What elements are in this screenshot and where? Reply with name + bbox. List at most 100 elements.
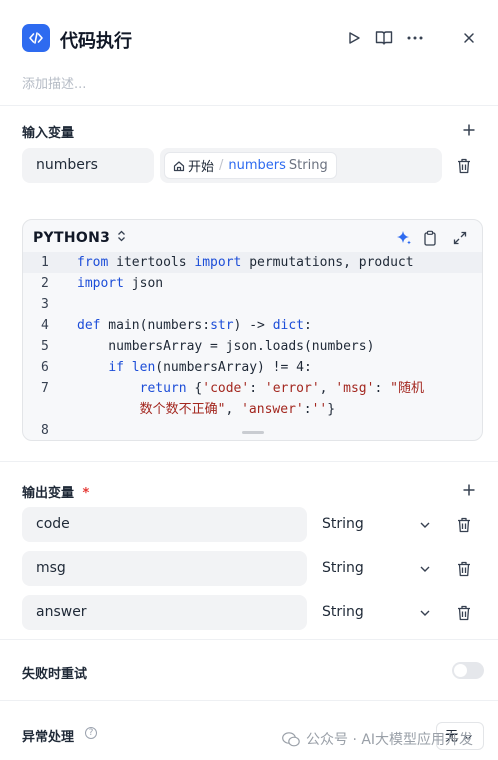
code-token: dict bbox=[272, 318, 304, 333]
code-token: } bbox=[327, 402, 336, 417]
ai-sparkle-icon[interactable] bbox=[395, 229, 413, 247]
input-variable-name[interactable]: numbers bbox=[22, 148, 154, 183]
reference-chip[interactable]: 开始 / numbers String bbox=[164, 152, 337, 179]
code-token: ) -> bbox=[233, 318, 273, 333]
more-icon[interactable] bbox=[405, 28, 425, 48]
book-icon[interactable] bbox=[374, 28, 394, 48]
code-token: json bbox=[123, 276, 164, 291]
output-variable-name[interactable]: msg bbox=[22, 551, 307, 586]
expand-icon[interactable] bbox=[451, 229, 469, 247]
close-icon[interactable] bbox=[459, 28, 479, 48]
code-line: 5 numbersArray = json.loads(numbers) bbox=[23, 336, 482, 357]
output-type-select[interactable]: String bbox=[322, 507, 364, 542]
code-line: 3 bbox=[23, 294, 482, 315]
add-output-icon[interactable] bbox=[460, 481, 478, 499]
code-line: 2 import json bbox=[23, 273, 482, 294]
required-mark: * bbox=[82, 486, 90, 501]
copy-icon[interactable] bbox=[421, 229, 439, 247]
delete-input-icon[interactable] bbox=[455, 157, 473, 175]
output-title-text: 输出变量 bbox=[22, 486, 75, 501]
input-variables-title: 输入变量 bbox=[22, 126, 75, 141]
language-label: PYTHON3 bbox=[33, 230, 111, 246]
delete-output-icon[interactable] bbox=[455, 560, 473, 578]
code-token: from bbox=[77, 255, 109, 270]
code-line: 7 return {'code': 'error', 'msg': "随机 bbox=[23, 378, 482, 399]
code-token: permutations, product bbox=[241, 255, 414, 270]
output-type-select[interactable]: String bbox=[322, 551, 364, 586]
watermark: 公众号 · AI大模型应用开发 bbox=[282, 729, 473, 749]
line-number: 4 bbox=[41, 318, 49, 333]
retry-toggle[interactable] bbox=[452, 662, 484, 679]
error-handling-label: 异常处理 bbox=[22, 730, 75, 745]
code-editor[interactable]: PYTHON3 1 from itertools import permutat… bbox=[22, 219, 483, 441]
chevron-down-icon[interactable] bbox=[418, 595, 432, 630]
code-token: 'msg' bbox=[335, 381, 375, 396]
code-token: "随机 bbox=[390, 381, 424, 396]
chevron-down-icon[interactable] bbox=[418, 551, 432, 586]
code-token: main(numbers: bbox=[100, 318, 211, 333]
output-variables-title: 输出变量 * bbox=[22, 482, 89, 501]
code-lines: 1 from itertools import permutations, pr… bbox=[23, 252, 482, 440]
line-number: 8 bbox=[41, 423, 49, 438]
code-line: 数个数不正确", 'answer':''} bbox=[23, 399, 482, 420]
code-token: import bbox=[194, 255, 242, 270]
delete-output-icon[interactable] bbox=[455, 516, 473, 534]
output-type-select[interactable]: String bbox=[322, 595, 364, 630]
line-number: 5 bbox=[41, 339, 49, 354]
wechat-icon bbox=[282, 731, 300, 747]
line-number: 6 bbox=[41, 360, 49, 375]
code-token: (numbersArray) != 4: bbox=[155, 360, 312, 375]
divider bbox=[0, 639, 498, 640]
divider bbox=[0, 700, 498, 701]
line-number: 3 bbox=[41, 297, 49, 312]
watermark-text: 公众号 · AI大模型应用开发 bbox=[306, 732, 474, 748]
sort-icon bbox=[117, 230, 126, 246]
description-input[interactable]: 添加描述... bbox=[22, 73, 86, 92]
line-number: 7 bbox=[41, 381, 49, 396]
help-icon[interactable]: ? bbox=[85, 727, 97, 739]
home-icon bbox=[173, 160, 185, 172]
line-number: 1 bbox=[41, 255, 49, 270]
code-line: 1 from itertools import permutations, pr… bbox=[23, 252, 482, 273]
retry-label: 失败时重试 bbox=[22, 667, 88, 682]
code-token: : bbox=[249, 381, 265, 396]
code-token: import bbox=[77, 276, 124, 291]
code-token: : bbox=[304, 318, 312, 333]
delete-output-icon[interactable] bbox=[455, 604, 473, 622]
code-node-icon bbox=[22, 24, 50, 52]
code-token: return bbox=[139, 381, 187, 396]
chevron-down-icon[interactable] bbox=[418, 507, 432, 542]
code-token: numbersArray = json.loads(numbers) bbox=[77, 339, 375, 354]
code-token: : bbox=[303, 402, 312, 417]
add-input-icon[interactable] bbox=[460, 121, 478, 139]
line-number: 2 bbox=[41, 276, 49, 291]
ref-node-name: 开始 bbox=[188, 160, 215, 175]
code-token: : bbox=[374, 381, 391, 396]
output-variable-name[interactable]: answer bbox=[22, 595, 307, 630]
code-token: , bbox=[319, 381, 336, 396]
code-token: 数个数不正确" bbox=[139, 402, 226, 417]
divider bbox=[0, 105, 498, 106]
code-token: '' bbox=[311, 402, 328, 417]
code-token: 'error' bbox=[264, 381, 320, 396]
input-variable-reference[interactable]: 开始 / numbers String bbox=[160, 148, 442, 183]
code-token: , bbox=[225, 402, 242, 417]
code-token: 'code' bbox=[202, 381, 250, 396]
code-token: str bbox=[210, 318, 234, 333]
ref-separator: / bbox=[219, 158, 224, 173]
language-selector[interactable]: PYTHON3 bbox=[33, 230, 126, 246]
code-line: 4 def main(numbers:str) -> dict: bbox=[23, 315, 482, 336]
code-token: 'answer' bbox=[241, 402, 304, 417]
code-token: def bbox=[77, 318, 101, 333]
ref-var-name: numbers bbox=[228, 158, 286, 173]
code-token: { bbox=[186, 381, 203, 396]
output-variable-name[interactable]: code bbox=[22, 507, 307, 542]
resize-handle[interactable] bbox=[242, 431, 264, 434]
ref-var-type: String bbox=[288, 158, 328, 173]
run-icon[interactable] bbox=[344, 28, 364, 48]
divider bbox=[0, 461, 498, 462]
